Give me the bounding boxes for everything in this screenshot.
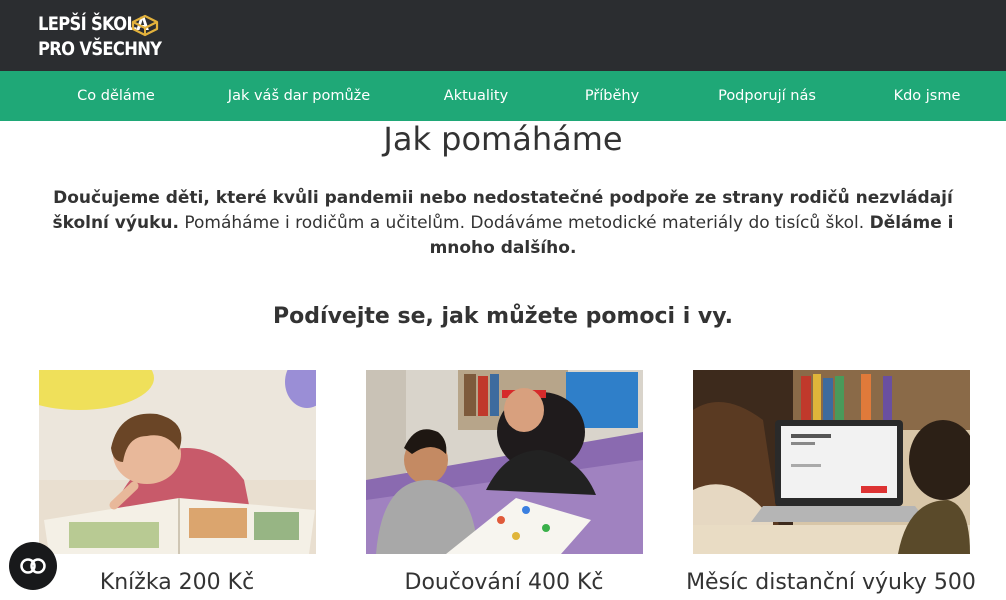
section-subtitle: Podívejte se, jak můžete pomoci i vy. <box>273 304 733 329</box>
card-image-doucovani[interactable] <box>366 370 643 554</box>
accessibility-icon <box>20 558 46 574</box>
logo-line-1: LEPŠÍ ŠKOLA <box>38 13 149 35</box>
site-logo[interactable]: LEPŠÍ ŠKOLA PRO VŠECHNY <box>38 12 163 64</box>
nav-item-pribehy[interactable]: Příběhy <box>585 71 639 121</box>
nav-item-kdo-jsme[interactable]: Kdo jsme <box>894 71 961 121</box>
logo-line-2: PRO VŠECHNY <box>38 38 162 60</box>
intro-text: Pomáháme i rodičům a učitelům. Dodáváme … <box>178 213 870 233</box>
accessibility-button[interactable] <box>9 542 57 590</box>
page-title: Jak pomáháme <box>383 120 623 158</box>
card-title-distancni-vyuka[interactable]: Měsíc distanční výuky 500 <box>681 570 981 595</box>
book-icon <box>131 14 159 37</box>
boy-reading-book-photo <box>39 370 316 554</box>
intro-paragraph: Doučujeme děti, které kvůli pandemii neb… <box>40 186 966 261</box>
tutoring-session-photo <box>366 370 643 554</box>
laptop-distance-learning-photo <box>693 370 970 554</box>
card-image-knizka[interactable] <box>39 370 316 554</box>
nav-item-jak-vas-dar-pomuze[interactable]: Jak váš dar pomůže <box>228 71 370 121</box>
card-title-knizka[interactable]: Knížka 200 Kč <box>27 570 327 595</box>
site-header: LEPŠÍ ŠKOLA PRO VŠECHNY <box>0 0 1006 71</box>
nav-item-aktuality[interactable]: Aktuality <box>444 71 508 121</box>
card-title-doucovani[interactable]: Doučování 400 Kč <box>354 570 654 595</box>
main-nav: Co děláme Jak váš dar pomůže Aktuality P… <box>0 71 1006 121</box>
nav-item-co-delame[interactable]: Co děláme <box>77 71 155 121</box>
card-image-distancni-vyuka[interactable] <box>693 370 970 554</box>
nav-item-podporuji-nas[interactable]: Podporují nás <box>718 71 816 121</box>
